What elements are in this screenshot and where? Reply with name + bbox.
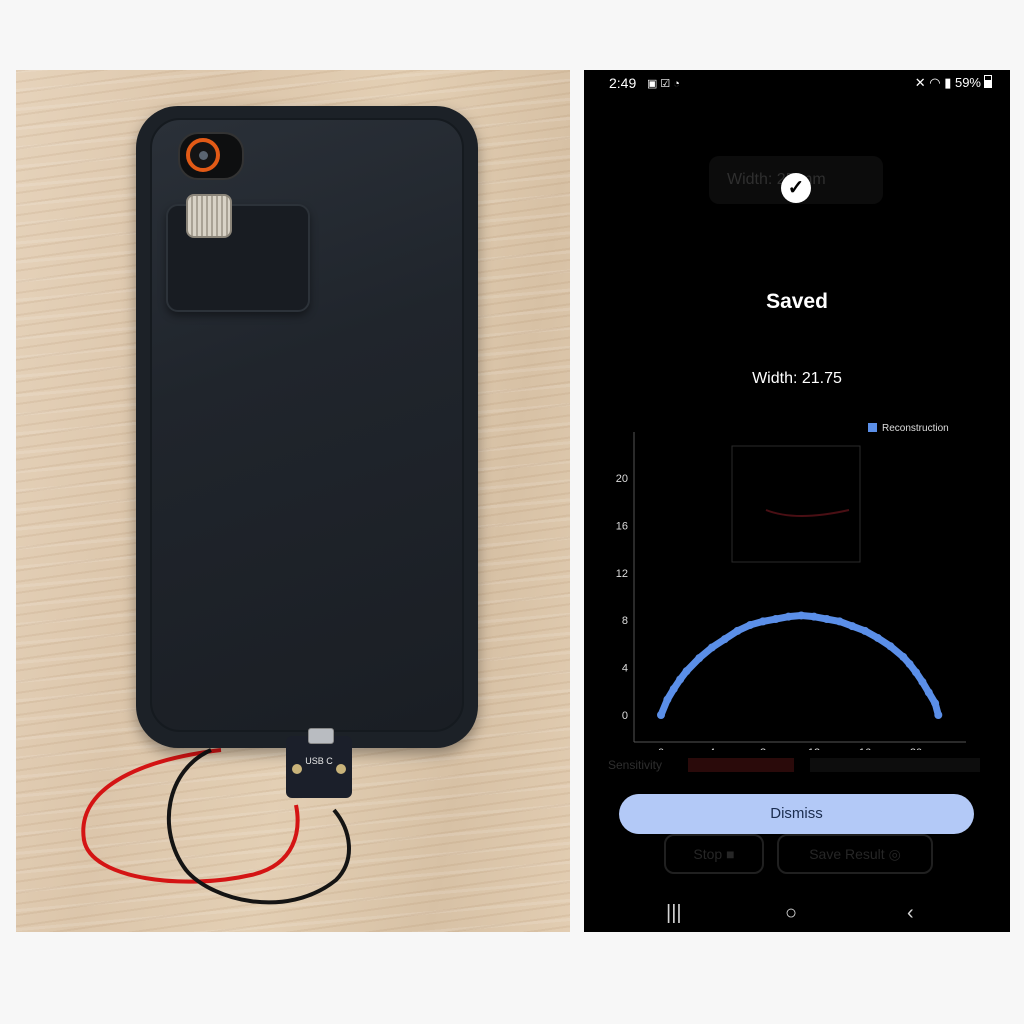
data-point: [669, 684, 678, 693]
status-right: ✕ ◠ ▮ 59%: [915, 75, 992, 91]
check-icon: ☑: [660, 78, 674, 90]
legend-swatch: [868, 423, 877, 432]
reconstruction-chart: 0 4 8 12 16 20 0 4 8 12 16 20 Reconstruction: [616, 423, 966, 750]
signal-icon: ▮: [944, 75, 952, 90]
lens: [199, 151, 208, 160]
navigation-bar: ||| ○ ‹: [584, 900, 1010, 928]
aperture-icon: ◎: [888, 846, 901, 862]
sensitivity-label: Sensitivity: [608, 758, 663, 772]
x-tick-label: 4: [709, 747, 715, 750]
y-tick-label: 20: [616, 473, 628, 485]
data-point: [931, 699, 940, 708]
usb-connector: [308, 728, 334, 744]
y-tick-label: 0: [622, 710, 628, 722]
recent-apps-icon[interactable]: |||: [666, 902, 682, 925]
x-tick-label: 16: [859, 747, 871, 750]
data-point: [682, 667, 691, 676]
x-tick-label: 20: [910, 747, 922, 750]
device-photo: USB C: [16, 70, 570, 932]
save-result-label: Save Result: [809, 846, 885, 862]
data-point: [657, 711, 665, 719]
dialog-width-text: Width: 21.75: [752, 370, 842, 387]
data-point: [771, 615, 780, 624]
data-point: [899, 652, 908, 661]
board-label: USB C: [305, 756, 333, 766]
x-tick-label: 12: [808, 747, 820, 750]
data-point: [905, 660, 914, 669]
battery-percent: 59%: [954, 75, 981, 90]
data-point: [733, 626, 742, 635]
battery-icon: [984, 75, 992, 88]
dialog-title: Saved: [766, 290, 828, 313]
status-time: 2:49: [609, 75, 637, 91]
smile-icon: ◔: [673, 78, 683, 90]
data-point: [924, 688, 933, 697]
data-point: [663, 695, 672, 704]
inset-thumbnail: [731, 445, 861, 563]
y-tick-label: 16: [616, 520, 628, 532]
mute-icon: ✕: [914, 75, 926, 90]
series-line-reconstruction: [657, 611, 942, 719]
stop-button[interactable]: Stop ■: [664, 834, 764, 874]
data-point: [676, 675, 685, 684]
thumb-screw: [186, 194, 232, 238]
data-point: [797, 611, 806, 620]
data-point: [918, 677, 927, 686]
lens-ring: [186, 138, 220, 172]
data-point: [873, 633, 882, 642]
save-result-button[interactable]: Save Result ◎: [777, 834, 933, 874]
data-point: [822, 615, 831, 624]
x-tick-label: 8: [760, 747, 766, 750]
data-point: [861, 626, 869, 635]
y-tick-label: 12: [616, 568, 628, 580]
inset-curve: [765, 509, 850, 517]
data-point: [810, 612, 818, 621]
status-bar: 2:49 ▣☑◔ ✕ ◠ ▮ 59%: [584, 70, 1010, 96]
data-point: [759, 617, 767, 626]
data-point: [784, 612, 793, 621]
phone-screen: 2:49 ▣☑◔ ✕ ◠ ▮ 59% Width: 25 mm ✓ Saved …: [584, 70, 1010, 932]
data-point: [746, 620, 755, 629]
camera-module: [178, 132, 244, 180]
checkmark-icon: ✓: [781, 173, 811, 203]
back-icon[interactable]: ‹: [907, 902, 914, 925]
data-point: [912, 668, 920, 677]
sensitivity-track: [810, 758, 980, 772]
y-tick-label: 4: [622, 663, 628, 675]
home-icon[interactable]: ○: [785, 902, 797, 925]
legend-label: Reconstruction: [882, 423, 949, 434]
data-point: [708, 643, 716, 652]
y-tick-label: 8: [622, 615, 628, 627]
data-point: [695, 654, 704, 663]
data-point: [848, 622, 857, 631]
usb-breakout-board: USB C: [286, 728, 352, 798]
status-left-icons: ▣☑◔: [647, 77, 683, 90]
stop-icon: ■: [726, 846, 735, 862]
sensitivity-slider: [688, 758, 794, 772]
x-tick-label: 0: [658, 747, 664, 750]
data-point: [934, 711, 943, 719]
data-point: [720, 635, 729, 644]
gallery-icon: ▣: [647, 78, 661, 90]
wifi-icon: ◠: [929, 75, 941, 90]
data-point: [886, 642, 895, 651]
stop-label: Stop: [693, 846, 723, 862]
data-point: [835, 617, 844, 626]
dismiss-button[interactable]: Dismiss: [619, 794, 974, 834]
